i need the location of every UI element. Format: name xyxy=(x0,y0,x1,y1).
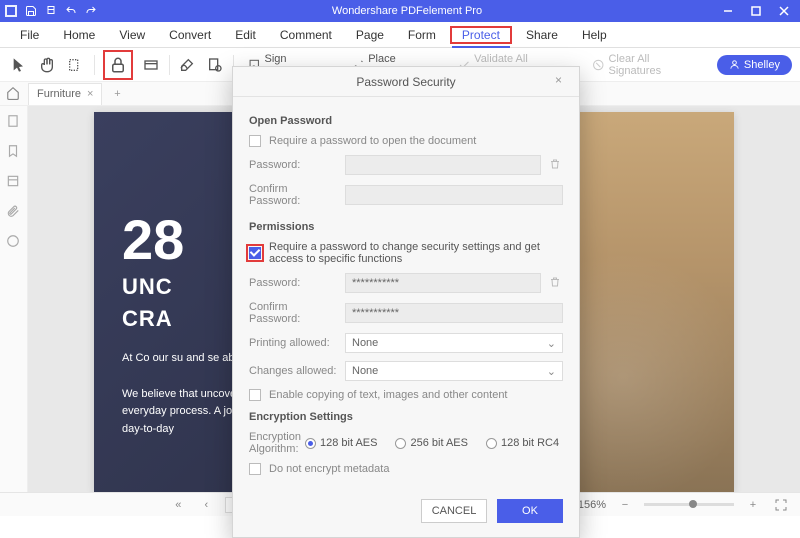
attachments-icon[interactable] xyxy=(6,204,22,220)
dialog-title: Password Security xyxy=(356,75,455,89)
enable-copy-label: Enable copying of text, images and other… xyxy=(269,389,508,401)
menu-bar: File Home View Convert Edit Comment Page… xyxy=(0,22,800,48)
app-logo-icon xyxy=(4,4,18,18)
user-account-button[interactable]: Shelley xyxy=(717,55,792,75)
no-encrypt-metadata-checkbox[interactable] xyxy=(249,463,261,475)
search-panel-icon[interactable] xyxy=(6,174,22,190)
menu-home[interactable]: Home xyxy=(53,24,105,46)
redo-icon[interactable] xyxy=(84,4,98,18)
printing-allowed-label: Printing allowed: xyxy=(249,337,337,349)
radio-icon xyxy=(486,438,497,449)
toolbar-divider xyxy=(169,55,170,75)
clear-signatures-button[interactable]: Clear All Signatures xyxy=(586,53,701,77)
tab-label: Furniture xyxy=(37,88,81,100)
perm-confirm-input[interactable] xyxy=(345,303,563,323)
cancel-button[interactable]: CANCEL xyxy=(421,499,487,523)
prev-page-icon[interactable]: ‹ xyxy=(197,496,215,514)
perm-password-input[interactable] xyxy=(345,273,541,293)
require-permissions-checkbox[interactable] xyxy=(249,247,261,259)
redact-icon[interactable] xyxy=(141,54,161,76)
minimize-button[interactable] xyxy=(716,2,740,20)
sign-icon[interactable] xyxy=(178,54,198,76)
radio-icon xyxy=(305,438,316,449)
zoom-in-icon[interactable]: + xyxy=(744,496,762,514)
enc-128-rc4-option[interactable]: 128 bit RC4 xyxy=(486,437,559,449)
enable-copy-checkbox[interactable] xyxy=(249,389,261,401)
open-confirm-input[interactable] xyxy=(345,185,563,205)
tab-close-icon[interactable]: × xyxy=(87,88,93,100)
chevron-down-icon: ⌄ xyxy=(547,365,556,378)
menu-page[interactable]: Page xyxy=(346,24,394,46)
perm-confirm-label: Confirm Password: xyxy=(249,301,337,325)
home-icon[interactable] xyxy=(6,86,22,102)
require-permissions-label: Require a password to change security se… xyxy=(269,241,563,265)
maximize-button[interactable] xyxy=(744,2,768,20)
changes-allowed-select[interactable]: None⌄ xyxy=(345,361,563,381)
save-icon[interactable] xyxy=(24,4,38,18)
zoom-slider[interactable] xyxy=(644,503,734,506)
menu-share[interactable]: Share xyxy=(516,24,568,46)
open-password-section: Open Password xyxy=(249,115,563,127)
print-icon[interactable] xyxy=(44,4,58,18)
open-password-label: Password: xyxy=(249,159,337,171)
clear-signatures-label: Clear All Signatures xyxy=(608,53,694,77)
add-tab-button[interactable]: + xyxy=(108,88,126,100)
require-open-password-label: Require a password to open the document xyxy=(269,135,476,147)
open-confirm-label: Confirm Password: xyxy=(249,183,337,207)
undo-icon[interactable] xyxy=(64,4,78,18)
app-title: Wondershare PDFelement Pro xyxy=(98,5,716,17)
printing-allowed-select[interactable]: None⌄ xyxy=(345,333,563,353)
radio-icon xyxy=(395,438,406,449)
clear-perm-password-icon[interactable] xyxy=(549,276,563,290)
clear-open-password-icon[interactable] xyxy=(549,158,563,172)
password-security-dialog: Password Security × Open Password Requir… xyxy=(232,66,580,538)
perm-password-label: Password: xyxy=(249,277,337,289)
title-bar: Wondershare PDFelement Pro xyxy=(0,0,800,22)
left-sidebar xyxy=(0,106,28,492)
toolbar-divider xyxy=(94,55,95,75)
fullscreen-icon[interactable] xyxy=(772,496,790,514)
changes-allowed-label: Changes allowed: xyxy=(249,365,337,377)
certificate-icon[interactable] xyxy=(205,54,225,76)
dialog-close-icon[interactable]: × xyxy=(555,73,571,89)
enc-256-aes-option[interactable]: 256 bit AES xyxy=(395,437,468,449)
menu-help[interactable]: Help xyxy=(572,24,617,46)
select-tool-icon[interactable] xyxy=(64,54,86,76)
close-button[interactable] xyxy=(772,2,796,20)
pointer-tool-icon[interactable] xyxy=(8,54,30,76)
menu-form[interactable]: Form xyxy=(398,24,446,46)
require-open-password-checkbox[interactable] xyxy=(249,135,261,147)
dialog-header: Password Security × xyxy=(233,67,579,97)
tab-furniture[interactable]: Furniture × xyxy=(28,83,102,105)
user-name: Shelley xyxy=(744,59,780,71)
bookmarks-icon[interactable] xyxy=(6,144,22,160)
first-page-icon[interactable]: « xyxy=(169,496,187,514)
enc-128-aes-option[interactable]: 128 bit AES xyxy=(305,437,378,449)
permissions-section: Permissions xyxy=(249,221,563,233)
menu-edit[interactable]: Edit xyxy=(225,24,266,46)
encryption-algorithm-label: Encryption Algorithm: xyxy=(249,431,301,455)
password-protect-icon[interactable] xyxy=(107,54,129,76)
ok-button[interactable]: OK xyxy=(497,499,563,523)
menu-protect[interactable]: Protect xyxy=(452,24,510,48)
thumbnails-icon[interactable] xyxy=(6,114,22,130)
menu-convert[interactable]: Convert xyxy=(159,24,221,46)
hand-tool-icon[interactable] xyxy=(36,54,58,76)
open-password-input[interactable] xyxy=(345,155,541,175)
zoom-out-icon[interactable]: − xyxy=(616,496,634,514)
chevron-down-icon: ⌄ xyxy=(547,337,556,350)
no-encrypt-metadata-label: Do not encrypt metadata xyxy=(269,463,389,475)
comments-icon[interactable] xyxy=(6,234,22,250)
menu-file[interactable]: File xyxy=(10,24,49,46)
menu-comment[interactable]: Comment xyxy=(270,24,342,46)
zoom-value: 156% xyxy=(578,499,606,511)
encryption-section: Encryption Settings xyxy=(249,411,563,423)
menu-view[interactable]: View xyxy=(109,24,155,46)
